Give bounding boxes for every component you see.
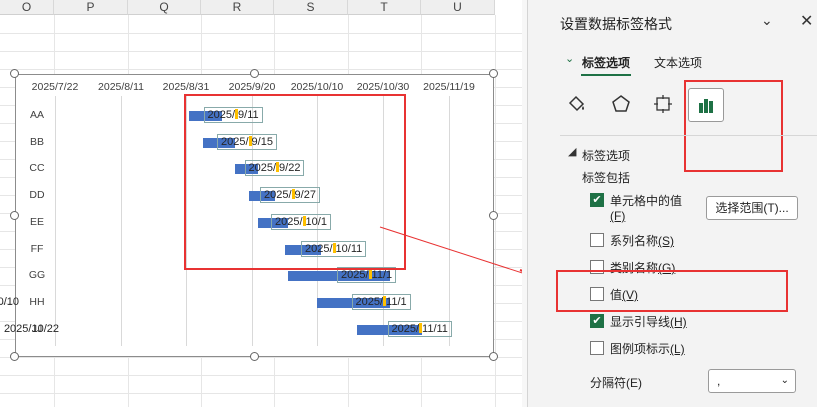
chevron-down-icon: ⌄ [780,375,789,386]
chevron-down-icon[interactable]: ◢ [568,145,576,158]
checkbox-label[interactable]: 显示引导线(H) [610,313,687,330]
checkbox-option-4[interactable]: ✔ [590,314,604,328]
option-accelerator: (F) [610,209,626,223]
chevron-down-icon[interactable]: ⌄ [565,52,574,65]
option-accelerator: (S) [658,234,675,248]
separator-select[interactable]: , ⌄ [708,369,796,393]
checkbox-label[interactable]: 图例项标示(L) [610,340,685,357]
chevron-down-icon[interactable]: ⌄ [761,12,773,29]
section-title: 标签选项 [582,149,631,163]
option-accelerator: (H) [670,315,687,329]
divider [560,135,817,136]
annotation-box-value [556,270,788,312]
close-icon[interactable]: ✕ [800,11,813,31]
separator-label: 分隔符(E) [590,376,642,390]
checkbox-label[interactable]: 单元格中的值 (F) [610,192,682,223]
select-range-button[interactable]: 选择范围(T)... [706,196,798,220]
effects-pentagon-icon[interactable] [604,88,638,120]
separator-value: , [717,374,721,388]
checkbox-option-1[interactable] [590,233,604,247]
pane-title: 设置数据标签格式 [560,16,672,32]
option-text: 系列名称 [610,234,659,248]
option-accelerator: (L) [670,342,685,356]
active-tab-indicator [581,74,631,76]
annotation-box-icon [684,80,783,172]
spreadsheet-area[interactable]: OPQRSTU 2025/7/22 2025/8/11 2025/8/31 2025/… [0,0,522,407]
size-properties-icon[interactable] [646,88,680,120]
tab-label-options[interactable]: 标签选项 [582,54,630,71]
option-text: 单元格中的值 [610,194,683,208]
annotation-arrow [379,226,522,274]
fill-line-icon[interactable] [560,88,594,120]
format-data-labels-pane: 设置数据标签格式 ⌄ ✕ ⌄ 标签选项 文本选项 ◢ 标签选项 标签包括 ✔ 单元… [527,0,817,407]
option-text: 图例项标示 [610,342,671,356]
checkbox-option-5[interactable] [590,341,604,355]
checkbox-label[interactable]: 系列名称(S) [610,232,674,249]
checkbox-option-0[interactable]: ✔ [590,193,604,207]
tab-text-options[interactable]: 文本选项 [654,54,702,71]
label-contains-heading: 标签包括 [582,171,631,185]
option-text: 显示引导线 [610,315,671,329]
